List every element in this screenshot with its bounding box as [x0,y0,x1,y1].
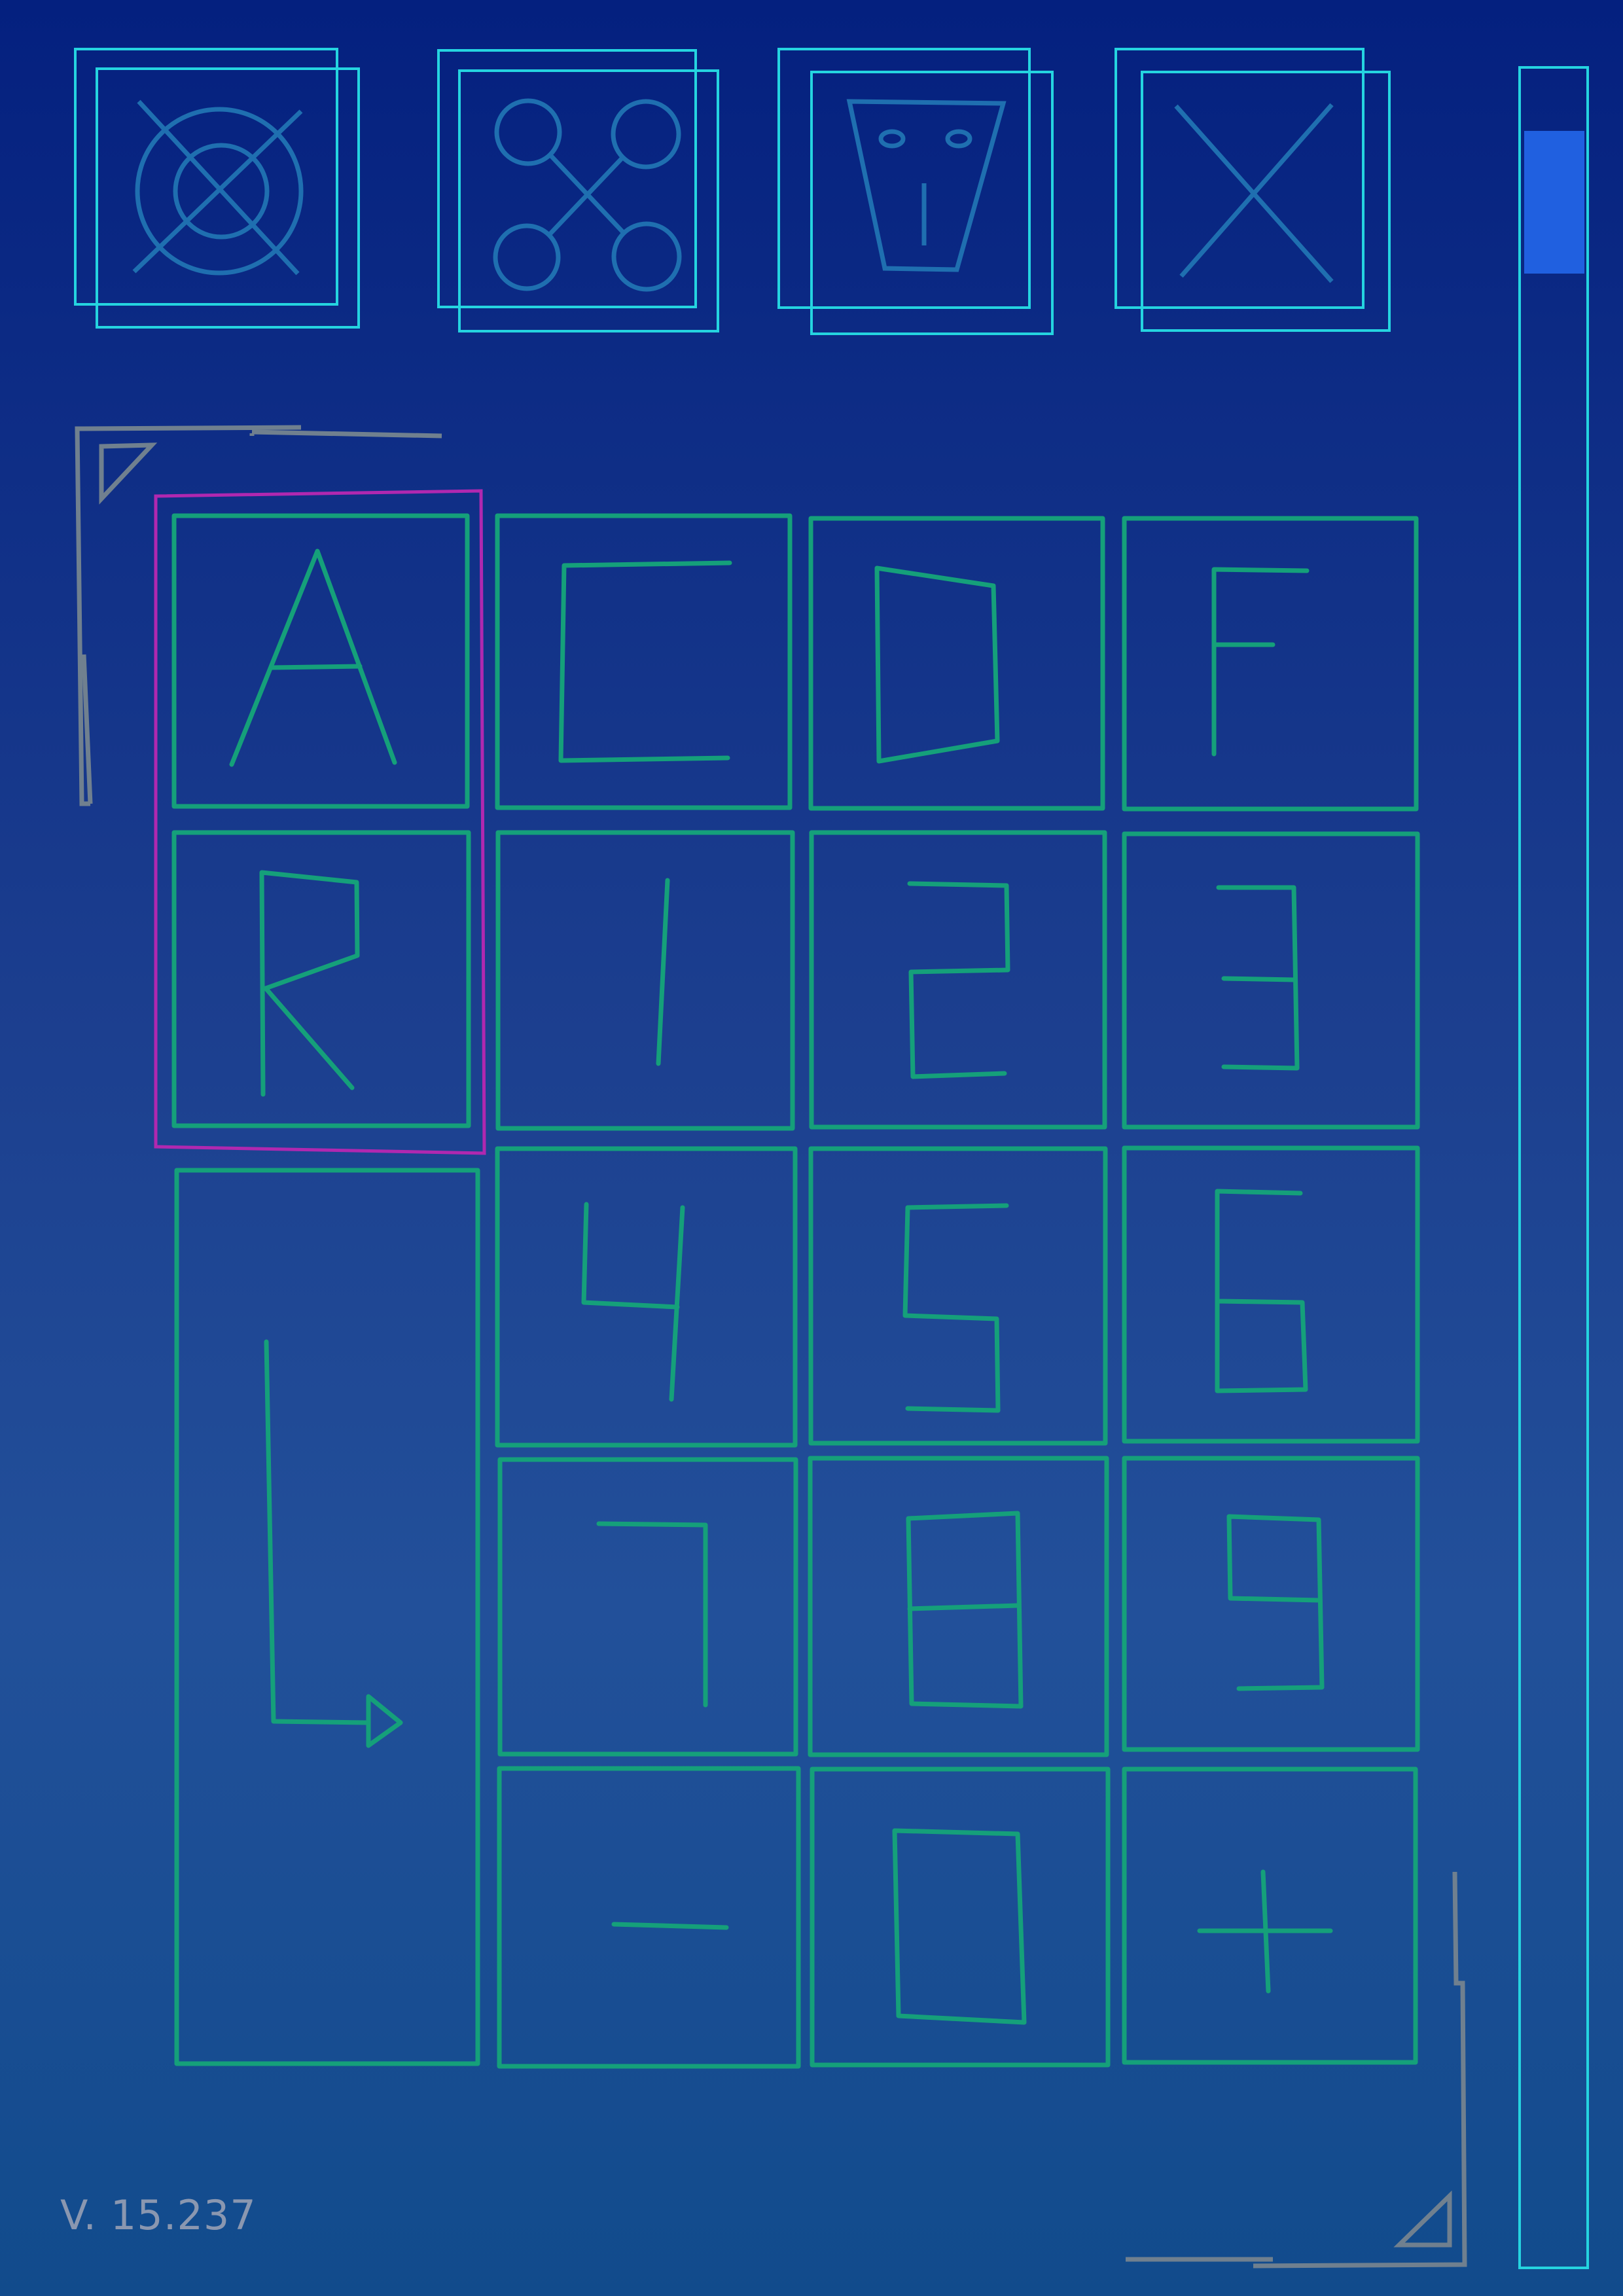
toolbar [74,48,1391,335]
digit-3-glyph [1216,885,1300,1071]
plus-glyph [1197,1869,1333,1994]
selected-key-value: A [327,1615,329,1617]
key-f[interactable] [1122,516,1419,812]
key-d[interactable] [808,516,1105,811]
target-cancel-button[interactable] [74,48,360,329]
target-cancel-icon [132,99,304,276]
keypad [171,513,1420,2069]
digit-5-glyph [902,1203,1009,1413]
key-c-label: C [643,660,645,662]
digit-9-glyph [1226,1514,1325,1691]
key-5-label: 5 [958,1295,959,1297]
key-4-label: 4 [646,1295,647,1297]
enter-arrow-icon [264,1339,403,1748]
key-r-label: R [321,978,322,980]
key-1[interactable] [495,830,795,1131]
version-label: V. 15.237 [60,2191,257,2239]
letter-d-glyph [874,565,1000,764]
key-6-label: 6 [1271,1294,1272,1295]
scrollbar-thumb[interactable] [1524,131,1584,274]
key-7-label: 7 [648,1606,649,1607]
key-2[interactable] [809,830,1107,1130]
scrollbar[interactable] [1518,66,1589,2269]
drone-button[interactable] [437,49,719,332]
key-a-label: A [321,660,322,662]
digit-1-glyph [656,878,670,1066]
close-x-icon [1174,103,1334,283]
key-f-label: F [1270,660,1272,662]
key-4[interactable] [495,1146,798,1448]
digit-2-glyph [907,881,1010,1079]
letter-c-glyph [558,560,732,763]
scrollbar-track[interactable] [1518,66,1589,2269]
minus-glyph [611,1922,729,1930]
key-d-label: D [957,660,958,662]
digit-7-glyph [596,1521,708,1708]
key-1-label: 1 [645,978,647,980]
key-3[interactable] [1122,831,1420,1130]
key-c[interactable] [495,513,793,810]
plus-key-label: + [1270,1914,1271,1916]
close-button[interactable] [1115,48,1391,332]
keypad-canvas: A C D F R 1 2 3 4 5 6 7 8 9 0 - + A [74,48,1589,2269]
letter-r-glyph [259,870,360,1097]
face-mask-icon [846,99,1007,272]
letter-f-glyph [1211,567,1310,757]
digit-0-glyph [892,1828,1027,2025]
drone-icon [493,98,682,292]
key-9-label: 9 [1271,1603,1272,1604]
key-2-label: 2 [958,978,959,980]
digit-4-glyph [581,1202,685,1402]
letter-a-glyph [229,548,397,767]
face-mask-button[interactable] [777,48,1054,335]
digit-6-glyph [1215,1189,1308,1393]
key-0-label: 0 [960,1916,961,1918]
digit-8-glyph [906,1511,1024,1709]
